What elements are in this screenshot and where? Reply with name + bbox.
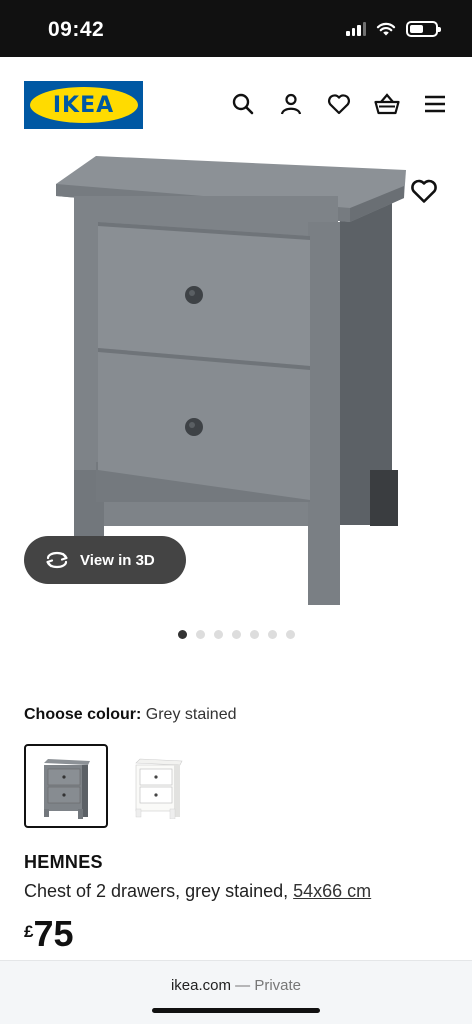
selected-colour-value: Grey stained <box>145 706 237 723</box>
ikea-logo[interactable]: IKEA <box>24 81 143 129</box>
carousel-dot[interactable] <box>285 630 295 639</box>
url-separator: — <box>231 977 255 994</box>
view-in-3d-label: View in 3D <box>80 551 155 569</box>
status-bar: 09:42 <box>0 0 472 57</box>
price-amount: 75 <box>33 913 74 954</box>
basket-icon[interactable] <box>374 91 400 117</box>
site-header: IKEA <box>0 57 472 157</box>
view-in-3d-button[interactable]: View in 3D <box>24 536 186 584</box>
logo-text: IKEA <box>52 92 115 118</box>
wifi-icon <box>376 22 396 35</box>
carousel-dot[interactable] <box>195 630 205 639</box>
header-icons <box>230 91 448 117</box>
url-domain: ikea.com <box>170 977 231 994</box>
image-carousel-dots <box>0 630 472 639</box>
colour-selector-label: Choose colour: Grey stained <box>24 706 237 724</box>
grey-chest-thumbnail <box>44 759 90 819</box>
product-description-text: Chest of 2 drawers, grey stained, <box>24 881 294 901</box>
carousel-dot[interactable] <box>213 630 223 639</box>
battery-icon <box>406 21 441 37</box>
signal-icon <box>346 22 366 36</box>
carousel-dot[interactable] <box>231 630 241 639</box>
status-time: 09:42 <box>48 18 105 41</box>
price-currency: £ <box>24 922 34 941</box>
logo-ellipse: IKEA <box>29 87 138 123</box>
product-size-link[interactable]: 54x66 cm <box>293 881 371 901</box>
colour-option-grey[interactable] <box>24 744 108 828</box>
carousel-dot[interactable] <box>267 630 277 639</box>
private-mode-label: Private <box>254 977 302 994</box>
product-name: HEMNES <box>24 852 103 872</box>
heart-icon[interactable] <box>326 91 352 117</box>
rotate-3d-icon <box>46 551 68 569</box>
product-price: £ 75 <box>24 914 74 954</box>
white-chest-thumbnail <box>135 758 183 819</box>
search-icon[interactable] <box>230 91 256 117</box>
user-icon[interactable] <box>278 91 304 117</box>
carousel-dot[interactable] <box>249 630 259 639</box>
menu-icon[interactable] <box>422 91 448 117</box>
carousel-dot[interactable] <box>177 630 187 639</box>
favourite-heart-icon[interactable] <box>410 178 438 206</box>
home-indicator[interactable] <box>152 1008 320 1013</box>
colour-option-white[interactable] <box>116 744 200 828</box>
status-icons <box>346 21 441 37</box>
choose-colour-label: Choose colour: <box>24 706 146 723</box>
browser-address-bar[interactable]: ikea.com — Private <box>0 960 472 1024</box>
product-description: Chest of 2 drawers, grey stained, 54x66 … <box>24 881 371 902</box>
url-text[interactable]: ikea.com — Private <box>0 977 472 994</box>
